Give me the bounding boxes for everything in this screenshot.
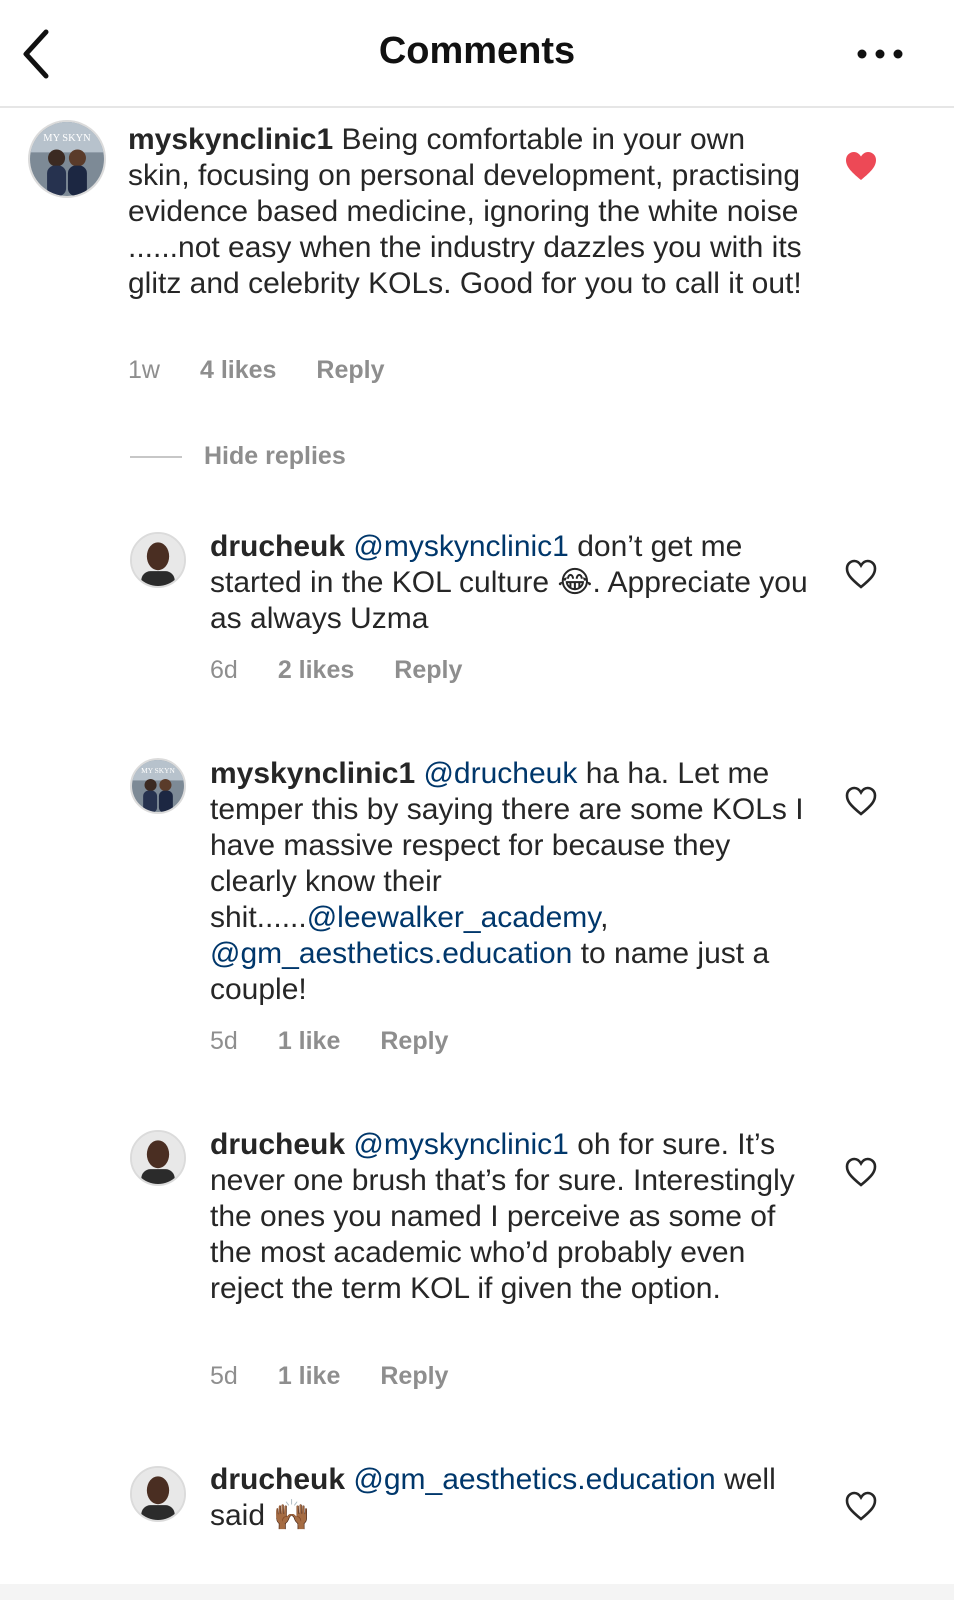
comment-text: myskynclinic1 Being comfortable in your … [128, 122, 808, 302]
reply-timestamp: 5d [210, 1362, 238, 1390]
like-button[interactable] [844, 558, 878, 590]
reply-text: drucheuk @myskynclinic1 don’t get me sta… [210, 529, 810, 637]
svg-text:MY SKYN: MY SKYN [43, 133, 91, 144]
reply-text: drucheuk @myskynclinic1 oh for sure. It’… [210, 1127, 810, 1307]
laughing-emoji: 😂 [557, 565, 593, 600]
avatar[interactable] [130, 1466, 186, 1522]
like-button[interactable] [844, 1156, 878, 1188]
screen-bottom-edge [0, 1584, 954, 1600]
avatar[interactable] [130, 532, 186, 588]
reply-text: drucheuk @gm_aesthetics.education well s… [210, 1462, 810, 1534]
reply-meta: 5d 1 like Reply [210, 1027, 448, 1056]
heart-filled-icon [846, 152, 876, 180]
heart-outline-icon [845, 1157, 877, 1187]
more-options-button[interactable] [854, 42, 906, 66]
reply-timestamp: 6d [210, 656, 238, 684]
heart-outline-icon [845, 1491, 877, 1521]
reply-mention[interactable]: @gm_aesthetics.education [353, 1463, 715, 1496]
reply-button[interactable]: Reply [380, 1362, 448, 1391]
reply-body-comma: , [600, 901, 609, 934]
reply-button[interactable]: Reply [380, 1027, 448, 1056]
heart-outline-icon [845, 559, 877, 589]
avatar[interactable]: MY SKYN [130, 758, 186, 814]
reply-username[interactable]: drucheuk [210, 1128, 345, 1161]
reply-likes-count[interactable]: 1 like [278, 1027, 341, 1056]
raising-hands-emoji: 🙌🏾 [273, 1498, 311, 1533]
mention-gm-aesthetics-education[interactable]: @gm_aesthetics.education [210, 937, 572, 970]
reply-text: myskynclinic1 @drucheuk ha ha. Let me te… [210, 756, 810, 1008]
reply-likes-count[interactable]: 2 likes [278, 656, 354, 685]
like-button[interactable] [844, 1490, 878, 1522]
reply-meta: 5d 1 like Reply [210, 1362, 448, 1391]
avatar[interactable]: MY SKYN [28, 120, 106, 198]
reply-timestamp: 5d [210, 1027, 238, 1055]
reply-likes-count[interactable]: 1 like [278, 1362, 341, 1391]
reply-button[interactable]: Reply [394, 656, 462, 685]
divider-line [130, 455, 182, 458]
heart-outline-icon [845, 786, 877, 816]
like-button[interactable] [844, 785, 878, 817]
reply-button[interactable]: Reply [316, 356, 384, 385]
comment-timestamp: 1w [128, 356, 160, 384]
reply-meta: 6d 2 likes Reply [210, 656, 462, 685]
like-button[interactable] [844, 150, 878, 182]
more-horizontal-icon [857, 49, 903, 59]
avatar[interactable] [130, 1130, 186, 1186]
svg-text:MY SKYN: MY SKYN [141, 766, 175, 775]
reply-username[interactable]: drucheuk [210, 1463, 345, 1496]
page-title: Comments [378, 30, 576, 72]
hide-replies-button[interactable]: Hide replies [130, 442, 346, 471]
mention-leewalker-academy[interactable]: @leewalker_academy [307, 901, 600, 934]
reply-username[interactable]: drucheuk [210, 530, 345, 563]
reply-mention[interactable]: @drucheuk [423, 757, 577, 790]
reply-mention[interactable]: @myskynclinic1 [353, 1128, 569, 1161]
reply-mention[interactable]: @myskynclinic1 [353, 530, 569, 563]
comment-meta: 1w 4 likes Reply [128, 356, 385, 385]
comment-username[interactable]: myskynclinic1 [128, 123, 333, 156]
reply-username[interactable]: myskynclinic1 [210, 757, 415, 790]
comment-likes-count[interactable]: 4 likes [200, 356, 276, 385]
comments-header: Comments [0, 0, 954, 108]
hide-replies-label: Hide replies [204, 442, 346, 470]
